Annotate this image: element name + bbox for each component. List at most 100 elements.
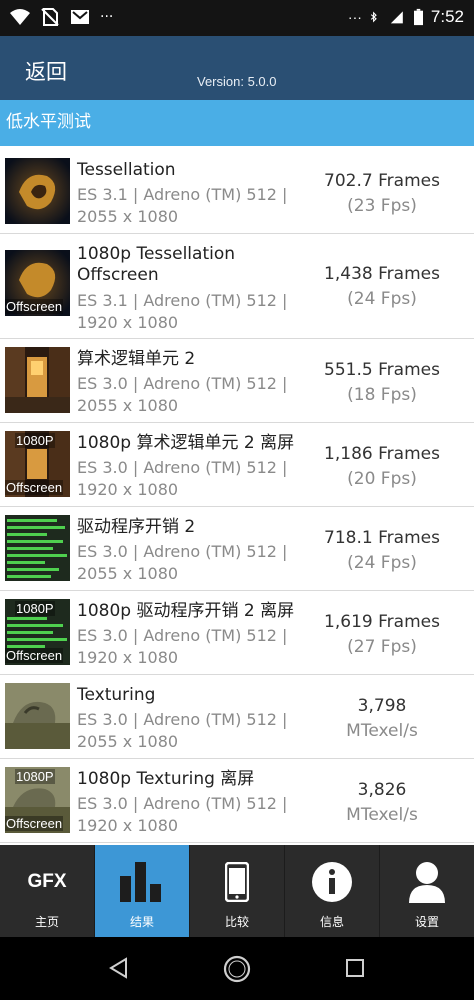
test-title: Tessellation <box>77 160 176 180</box>
driver-overhead2-thumbnail <box>5 515 70 581</box>
test-resolution: 2055 x 1080 <box>77 732 179 751</box>
score-value: 3,826 <box>357 780 407 800</box>
tab-label: 结果 <box>129 915 154 929</box>
test-title: 1080p Tessellation Offscreen <box>77 244 236 285</box>
result-row-driver-overhead2[interactable]: 驱动程序开销 2 ES 3.0 | Adreno (TM) 512 | 2055… <box>0 507 474 591</box>
recents-nav-icon[interactable] <box>346 959 364 977</box>
result-row-alu2-offscreen[interactable]: 1080P Offscreen 1080p 算术逻辑单元 2 离屏 ES 3.0… <box>0 423 474 507</box>
score-secondary: (24 Fps) <box>347 553 417 573</box>
test-api: ES 3.0 | Adreno (TM) 512 | <box>77 794 288 813</box>
test-title: 1080p 驱动程序开销 2 离屏 <box>77 601 295 621</box>
tab-label: 比较 <box>224 915 249 929</box>
result-row-texturing-offscreen[interactable]: 1080P Offscreen 1080p Texturing 离屏 ES 3.… <box>0 759 474 843</box>
texturing-thumbnail <box>5 683 70 749</box>
score-value: 1,186 Frames <box>324 444 440 464</box>
gmail-icon <box>71 10 89 24</box>
resolution-badge: 1080P <box>15 433 55 448</box>
result-row-driver-overhead2-offscreen[interactable]: 1080P Offscreen 1080p 驱动程序开销 2 离屏 ES 3.0… <box>0 591 474 675</box>
tab-label: 主页 <box>34 915 59 929</box>
test-title: 1080p Texturing 离屏 <box>77 769 255 789</box>
test-resolution: 1920 x 1080 <box>77 480 179 499</box>
status-time: 7:52 <box>430 7 464 26</box>
alu2-offscreen-thumbnail: 1080P Offscreen <box>5 431 70 497</box>
version-label: Version: 5.0.0 <box>197 74 277 89</box>
resolution-badge: 1080P <box>15 769 55 784</box>
status-left-icons: ··· <box>10 8 113 26</box>
test-score: 1,438 Frames (24 Fps) <box>312 262 452 312</box>
system-nav-bar <box>0 937 474 1000</box>
test-api: ES 3.1 | Adreno (TM) 512 | <box>77 291 288 310</box>
score-secondary: (18 Fps) <box>347 385 417 405</box>
test-resolution: 2055 x 1080 <box>77 396 179 415</box>
result-row-alu2[interactable]: 算术逻辑单元 2 ES 3.0 | Adreno (TM) 512 | 2055… <box>0 339 474 423</box>
score-value: 702.7 Frames <box>324 171 440 191</box>
test-api: ES 3.0 | Adreno (TM) 512 | <box>77 374 288 393</box>
test-resolution: 1920 x 1080 <box>77 648 179 667</box>
score-value: 551.5 Frames <box>324 360 440 380</box>
test-api: ES 3.0 | Adreno (TM) 512 | <box>77 626 288 645</box>
score-secondary: MTexel/s <box>346 805 418 825</box>
score-secondary: (27 Fps) <box>347 637 417 657</box>
gfx-logo-icon: GFX <box>0 859 94 905</box>
tab-compare[interactable]: 比较 <box>190 845 285 937</box>
score-secondary: (24 Fps) <box>347 289 417 309</box>
texturing-offscreen-thumbnail: 1080P Offscreen <box>5 767 70 833</box>
offscreen-badge: Offscreen <box>5 816 64 831</box>
score-value: 3,798 <box>357 696 407 716</box>
user-icon <box>380 859 474 905</box>
bluetooth-icon <box>370 11 377 23</box>
result-row-texturing[interactable]: Texturing ES 3.0 | Adreno (TM) 512 | 205… <box>0 675 474 759</box>
tab-results[interactable]: 结果 <box>95 845 190 937</box>
test-api: ES 3.1 | Adreno (TM) 512 | <box>77 185 288 204</box>
test-score: 1,186 Frames (20 Fps) <box>312 442 452 492</box>
test-score: 1,619 Frames (27 Fps) <box>312 610 452 660</box>
score-secondary: (20 Fps) <box>347 469 417 489</box>
tab-info[interactable]: 信息 <box>285 845 380 937</box>
bottom-tab-bar: GFX 主页 结果 比较 信息 设置 <box>0 845 474 937</box>
alu2-thumbnail <box>5 347 70 413</box>
tessellation-offscreen-thumbnail: Offscreen <box>5 250 70 316</box>
test-api: ES 3.0 | Adreno (TM) 512 | <box>77 710 288 729</box>
score-secondary: MTexel/s <box>346 721 418 741</box>
test-api: ES 3.0 | Adreno (TM) 512 | <box>77 458 288 477</box>
section-header: 低水平测试 <box>0 100 474 146</box>
gfx-logo-text: GFX <box>27 871 67 892</box>
more-icon: ··· <box>347 9 362 25</box>
tab-label: 信息 <box>319 915 344 929</box>
tessellation-thumbnail <box>5 158 70 224</box>
back-button[interactable]: 返回 <box>25 56 67 86</box>
no-sim-icon <box>41 8 59 26</box>
test-title: Texturing <box>77 685 156 705</box>
status-bar: ··· ··· 7:52 <box>0 0 474 36</box>
offscreen-badge: Offscreen <box>5 480 64 495</box>
test-score: 702.7 Frames (23 Fps) <box>312 169 452 219</box>
driver-overhead2-offscreen-thumbnail: 1080P Offscreen <box>5 599 70 665</box>
resolution-badge: 1080P <box>15 601 55 616</box>
test-score: 3,798 MTexel/s <box>312 694 452 744</box>
tab-settings[interactable]: 设置 <box>380 845 474 937</box>
offscreen-badge: Offscreen <box>5 648 64 663</box>
more-notifications-icon: ··· <box>100 9 114 25</box>
wifi-icon <box>10 9 30 25</box>
info-icon <box>285 859 379 905</box>
section-title: 低水平测试 <box>6 112 91 132</box>
result-row-tessellation-offscreen[interactable]: Offscreen 1080p Tessellation Offscreen E… <box>0 234 474 339</box>
result-row-tessellation[interactable]: Tessellation ES 3.1 | Adreno (TM) 512 | … <box>0 150 474 234</box>
test-title: 驱动程序开销 2 <box>77 517 196 537</box>
test-resolution: 1920 x 1080 <box>77 816 179 835</box>
score-value: 1,619 Frames <box>324 612 440 632</box>
test-resolution: 2055 x 1080 <box>77 207 179 226</box>
test-api: ES 3.0 | Adreno (TM) 512 | <box>77 542 288 561</box>
tab-label: 设置 <box>414 915 439 929</box>
tab-home[interactable]: GFX 主页 <box>0 845 95 937</box>
home-nav-icon[interactable] <box>222 954 252 984</box>
signal-icon <box>390 11 403 24</box>
back-nav-icon[interactable] <box>108 957 128 979</box>
test-score: 718.1 Frames (24 Fps) <box>312 526 452 576</box>
test-score: 551.5 Frames (18 Fps) <box>312 358 452 408</box>
score-value: 718.1 Frames <box>324 528 440 548</box>
test-title: 1080p 算术逻辑单元 2 离屏 <box>77 433 295 453</box>
test-score: 3,826 MTexel/s <box>312 778 452 828</box>
offscreen-badge: Offscreen <box>5 299 64 314</box>
bar-chart-icon <box>95 859 189 905</box>
